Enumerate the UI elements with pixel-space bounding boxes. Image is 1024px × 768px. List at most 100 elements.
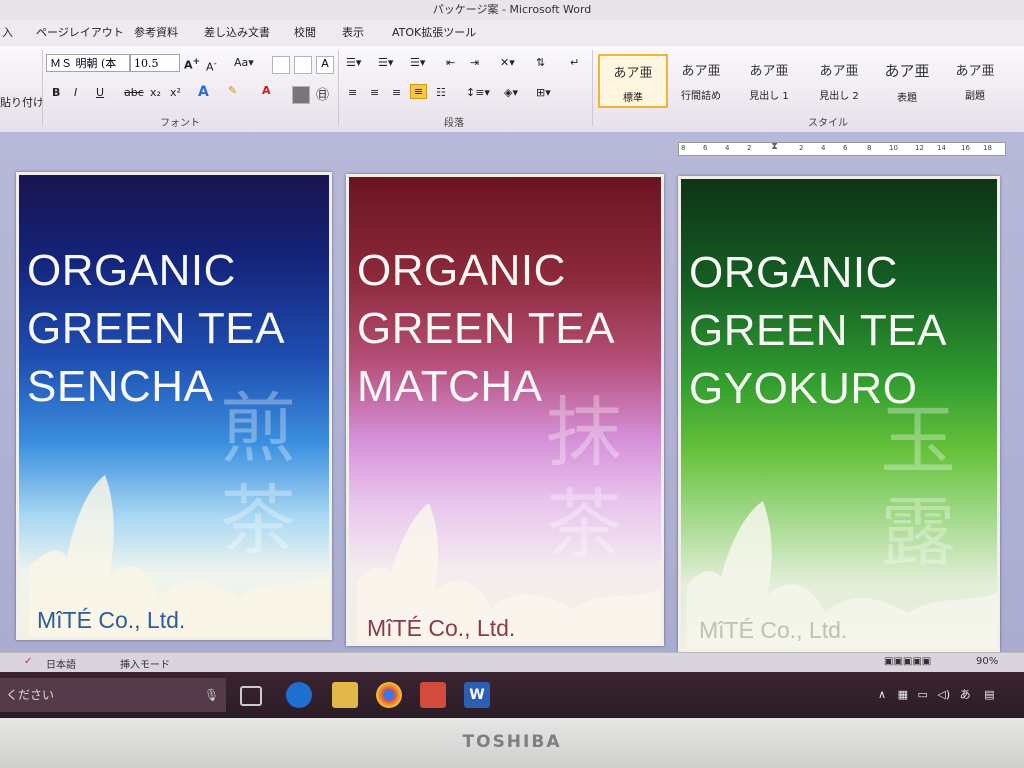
- network-icon[interactable]: ▦: [898, 688, 908, 701]
- card-tea-name: SENCHA: [27, 362, 214, 411]
- style-name: 表題: [897, 93, 917, 104]
- font-name-combo[interactable]: ＭＳ 明朝 (本: [46, 54, 130, 72]
- notification-icon[interactable]: ▤: [984, 688, 994, 701]
- italic-icon[interactable]: I: [74, 86, 77, 99]
- card-title-line-2: GREEN TEA: [689, 306, 947, 355]
- file-explorer-icon[interactable]: [332, 682, 358, 708]
- style-heading-2[interactable]: あア亜 見出し 2: [806, 54, 872, 104]
- horizontal-ruler[interactable]: 8 6 4 2 2 4 6 8 10 12 14 16 18 ⧗: [678, 141, 1006, 156]
- font-color-icon[interactable]: A: [262, 84, 271, 97]
- status-bar: ✓ 日本語 挿入モード ▣▣▣▣▣ 90%: [0, 652, 1024, 673]
- style-sample: あア亜: [749, 64, 789, 79]
- char-border-icon[interactable]: A: [316, 56, 334, 74]
- superscript-icon[interactable]: x²: [170, 86, 181, 99]
- zoom-level[interactable]: 90%: [976, 656, 998, 667]
- style-no-spacing[interactable]: あア亜 行間詰め: [668, 54, 734, 104]
- line-spacing-icon[interactable]: ↕≡▾: [466, 86, 490, 99]
- style-name: 見出し 1: [749, 91, 789, 102]
- style-normal[interactable]: あア亜 標準: [598, 54, 668, 108]
- shrink-font-icon[interactable]: A-: [206, 58, 217, 74]
- style-title[interactable]: あア亜 表題: [874, 54, 940, 104]
- decrease-indent-icon[interactable]: ⇤: [446, 56, 455, 69]
- system-tray: ∧ ▦ ▭ ◁) あ ▤: [878, 686, 995, 702]
- language-indicator[interactable]: 日本語: [46, 656, 76, 671]
- clear-format-icon[interactable]: [272, 56, 290, 74]
- style-sample: あア亜: [819, 64, 859, 79]
- tab-review[interactable]: 校閲: [294, 24, 316, 40]
- style-name: 標準: [623, 93, 643, 104]
- show-marks-icon[interactable]: ↵: [570, 56, 579, 69]
- chrome-browser-icon[interactable]: [376, 682, 402, 708]
- align-left-icon[interactable]: ≡: [348, 86, 357, 99]
- view-buttons-icon[interactable]: ▣▣▣▣▣: [884, 656, 931, 667]
- brand-logo: TOSHIBA: [462, 732, 562, 752]
- highlight-icon[interactable]: ✎: [228, 84, 237, 97]
- shading-icon[interactable]: ◈▾: [504, 86, 518, 99]
- card-title-line-2: GREEN TEA: [357, 304, 615, 353]
- style-name: 行間詰め: [681, 91, 721, 102]
- ruler-tick: 6: [843, 144, 848, 152]
- tab-mailings[interactable]: 差し込み文書: [204, 24, 270, 40]
- indent-marker-icon[interactable]: ⧗: [771, 141, 778, 152]
- font-size-combo[interactable]: 10.5: [130, 54, 180, 72]
- taskbar-search-input[interactable]: ください 🎙: [0, 678, 226, 712]
- insert-mode-indicator[interactable]: 挿入モード: [120, 656, 170, 671]
- change-case-icon[interactable]: Aa▾: [234, 56, 254, 69]
- align-right-icon[interactable]: ≡: [392, 86, 401, 99]
- align-center-icon[interactable]: ≡: [370, 86, 379, 99]
- battery-icon[interactable]: ▭: [917, 688, 927, 701]
- ruler-tick: 2: [799, 144, 804, 152]
- tab-references[interactable]: 参考資料: [134, 24, 178, 40]
- package-card-sencha[interactable]: ORGANIC GREEN TEA SENCHA 煎 茶 MîTÉ Co., L…: [16, 172, 332, 640]
- distributed-icon[interactable]: ☷: [436, 86, 446, 99]
- bullets-icon[interactable]: ☰▾: [346, 56, 361, 69]
- ruler-tick: 8: [867, 144, 872, 152]
- tab-page-layout[interactable]: ページレイアウト: [36, 24, 124, 40]
- ime-indicator[interactable]: あ: [960, 688, 971, 701]
- ruler-tick: 4: [821, 144, 826, 152]
- ruler-tick: 12: [915, 144, 924, 152]
- grow-font-icon[interactable]: A+: [184, 56, 200, 72]
- char-shading-icon[interactable]: [292, 86, 310, 104]
- sort-icon[interactable]: ⇅: [536, 56, 545, 69]
- style-subtitle[interactable]: あア亜 副題: [942, 54, 1008, 104]
- enclose-chars-icon[interactable]: ㊐: [316, 84, 329, 103]
- style-heading-1[interactable]: あア亜 見出し 1: [736, 54, 802, 104]
- style-name: 副題: [965, 91, 985, 102]
- font-group-label: フォント: [160, 118, 200, 129]
- company-name: MîTÉ Co., Ltd.: [699, 617, 848, 643]
- style-group-label: スタイル: [808, 118, 848, 129]
- increase-indent-icon[interactable]: ⇥: [470, 56, 479, 69]
- phonetic-guide-icon[interactable]: [294, 56, 312, 74]
- package-card-gyokuro[interactable]: ORGANIC GREEN TEA GYOKURO 玉 露 MîTÉ Co., …: [678, 176, 1000, 652]
- volume-icon[interactable]: ◁): [937, 688, 950, 701]
- bold-icon[interactable]: B: [52, 86, 60, 99]
- multilevel-list-icon[interactable]: ☰▾: [410, 56, 425, 69]
- microphone-icon[interactable]: 🎙: [204, 678, 219, 712]
- justify-icon[interactable]: ≡: [410, 84, 428, 99]
- underline-icon[interactable]: U: [96, 86, 104, 99]
- ruler-tick: 16: [961, 144, 970, 152]
- proofing-icon[interactable]: ✓: [24, 656, 32, 667]
- subscript-icon[interactable]: x₂: [150, 86, 161, 99]
- tray-chevron-icon[interactable]: ∧: [878, 688, 886, 701]
- app-icon[interactable]: [420, 682, 446, 708]
- package-card-matcha[interactable]: ORGANIC GREEN TEA MATCHA 抹 茶 MîTÉ Co., L…: [346, 174, 664, 646]
- tab-insert[interactable]: 入: [2, 24, 13, 40]
- card-title-line-2: GREEN TEA: [27, 304, 285, 353]
- window-title-bar: パッケージ案 - Microsoft Word: [0, 0, 1024, 20]
- paste-label[interactable]: 貼り付け: [0, 94, 44, 110]
- card-title-line-1: ORGANIC: [27, 246, 236, 295]
- edge-browser-icon[interactable]: [286, 682, 312, 708]
- word-app-icon[interactable]: W: [464, 682, 490, 708]
- numbering-icon[interactable]: ☰▾: [378, 56, 393, 69]
- tab-view[interactable]: 表示: [342, 24, 364, 40]
- borders-icon[interactable]: ⊞▾: [536, 86, 551, 99]
- ruler-tick: 6: [703, 144, 708, 152]
- style-sample: あア亜: [884, 62, 930, 80]
- strikethrough-icon[interactable]: abc: [124, 86, 144, 99]
- tab-atok-tools[interactable]: ATOK拡張ツール: [392, 24, 476, 40]
- text-effects-icon[interactable]: A: [198, 84, 209, 100]
- asian-layout-icon[interactable]: ✕▾: [500, 56, 515, 69]
- task-view-icon[interactable]: [240, 686, 262, 706]
